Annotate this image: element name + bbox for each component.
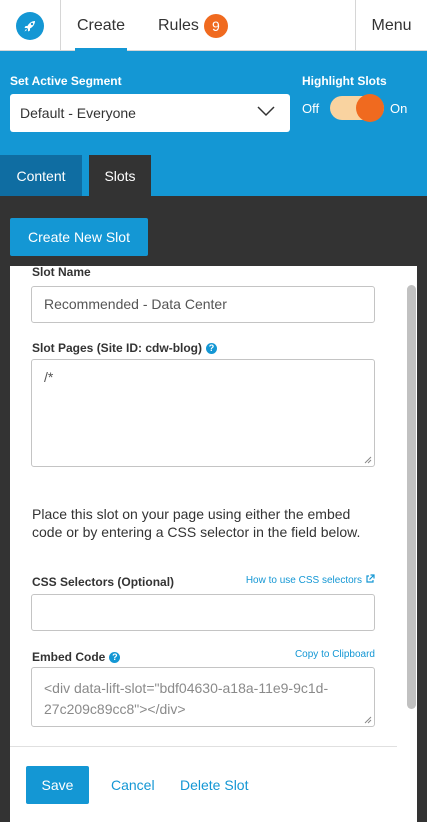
slot-name-input[interactable]: Recommended - Data Center [31,286,375,323]
chevron-down-icon [257,106,275,117]
delete-slot-button[interactable]: Delete Slot [180,777,248,793]
rules-count-badge: 9 [203,13,228,38]
slot-pages-value: /* [44,369,54,385]
segment-selected-value: Default - Everyone [20,105,136,121]
help-icon[interactable]: ? [109,651,121,663]
tab-content-label: Content [16,167,66,184]
top-nav: Create Rules 9 Menu [0,0,427,52]
create-new-slot-button[interactable]: Create New Slot [10,218,148,256]
css-help-link[interactable]: How to use CSS selectors [246,574,375,586]
help-icon[interactable]: ? [206,342,218,354]
form-divider [10,746,397,747]
toggle-knob[interactable] [356,94,384,122]
highlight-slots-toggle[interactable] [330,94,384,122]
resize-handle-icon[interactable] [364,716,372,724]
tab-rules-label: Rules [158,16,199,34]
tab-create-label: Create [76,16,126,34]
slot-pages-textarea[interactable]: /* [31,359,375,467]
embed-code-textarea[interactable]: <div data-lift-slot="bdf04630-a18a-11e9-… [31,667,375,727]
segment-label: Set Active Segment [10,74,122,88]
tab-slots-label: Slots [104,167,136,184]
tab-content[interactable]: Content [0,155,82,196]
css-help-link-text: How to use CSS selectors [245,575,362,586]
tab-create[interactable]: Create [61,0,141,52]
logo-cell[interactable] [0,0,61,51]
cancel-button[interactable]: Cancel [111,777,155,793]
tab-slots[interactable]: Slots [89,155,151,196]
toggle-off-label: Off [302,101,320,116]
toggle-on-label: On [390,101,408,116]
slot-pages-label-text: Slot Pages (Site ID: cdw-blog) [32,341,203,355]
menu-button[interactable]: Menu [355,0,427,51]
resize-handle-icon[interactable] [364,456,372,464]
segment-select[interactable]: Default - Everyone [10,94,290,132]
highlight-slots-label: Highlight Slots [302,74,387,88]
rocket-icon[interactable] [16,11,44,40]
embed-code-label: Embed Code? [32,650,121,664]
slot-name-label: Slot Name [32,265,91,279]
embed-code-label-text: Embed Code [32,650,106,664]
css-selectors-label: CSS Selectors (Optional) [32,575,175,589]
embed-code-value: <div data-lift-slot="bdf04630-a18a-11e9-… [44,680,329,717]
copy-to-clipboard-link[interactable]: Copy to Clipboard [295,649,375,660]
menu-label: Menu [371,16,412,34]
slot-pages-label: Slot Pages (Site ID: cdw-blog)? [32,341,218,355]
slot-name-value: Recommended - Data Center [44,296,227,312]
embed-instructions: Place this slot on your page using eithe… [32,506,361,540]
external-link-icon [366,574,375,583]
save-button[interactable]: Save [26,766,89,804]
css-selectors-input[interactable] [31,594,375,631]
tab-rules[interactable]: Rules 9 [158,0,228,51]
scrollbar-thumb[interactable] [407,285,416,709]
